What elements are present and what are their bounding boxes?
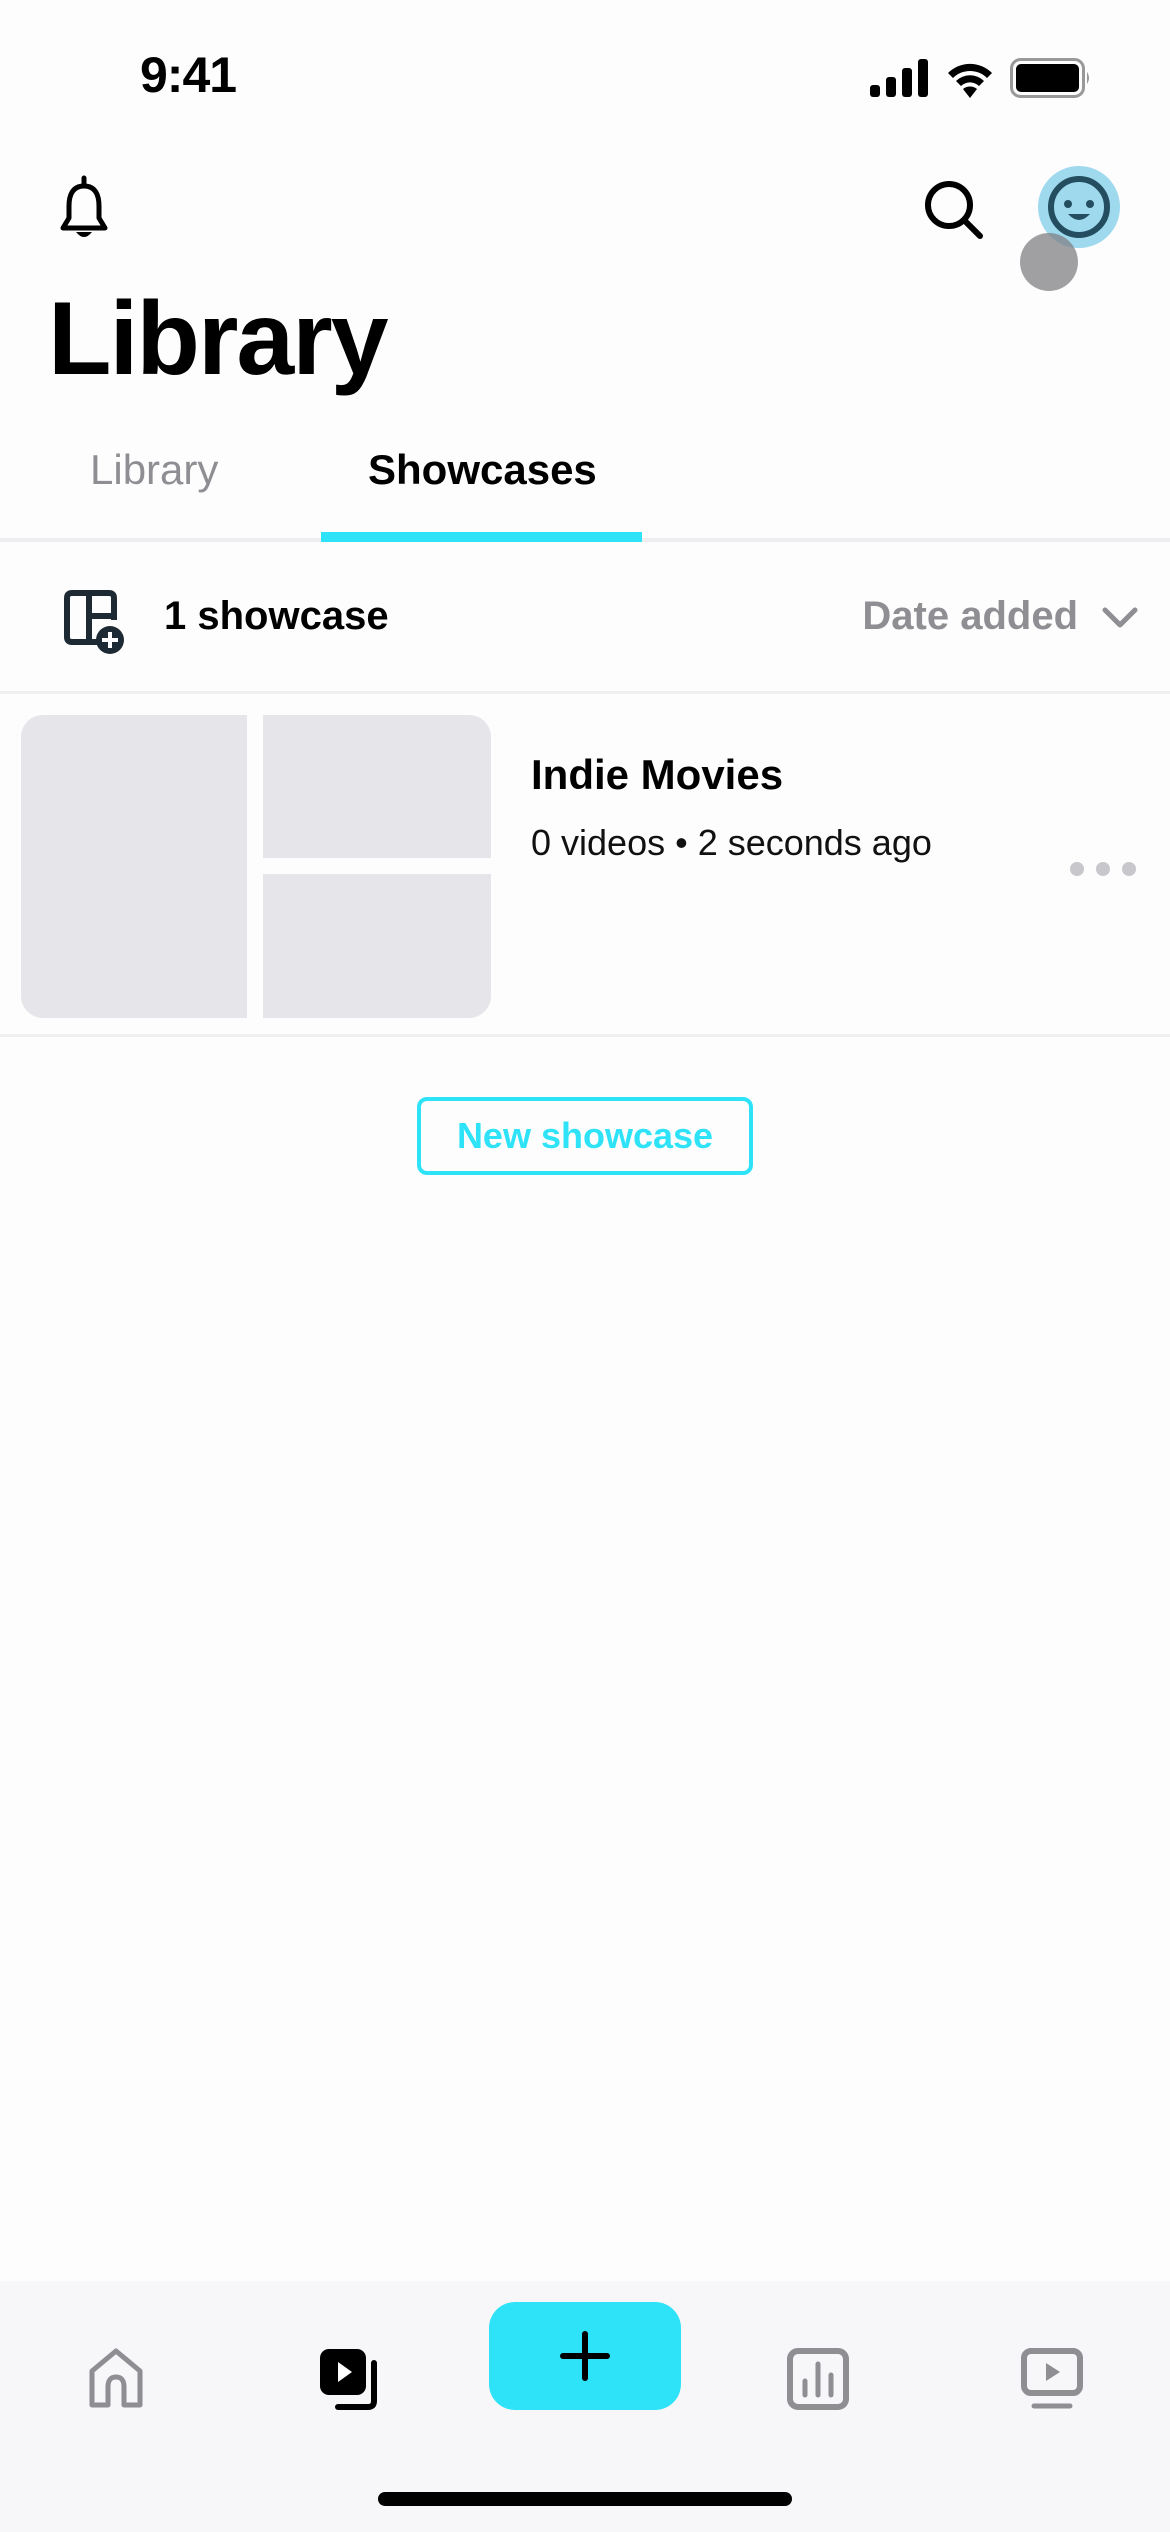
chevron-down-icon[interactable]: [1100, 604, 1140, 632]
create-button[interactable]: [489, 2302, 681, 2410]
plus-icon: [560, 2331, 610, 2381]
sort-dropdown[interactable]: Date added: [862, 594, 1078, 639]
more-dot: [1070, 862, 1084, 876]
cellular-signal-icon: [870, 59, 928, 97]
segmented-tabs: Library Showcases: [0, 430, 1170, 542]
avatar-smiley-icon: [1048, 176, 1110, 238]
thumbnail-placeholder: [21, 715, 247, 1018]
active-tab-indicator: [321, 532, 642, 542]
showcase-meta: 0 videos • 2 seconds ago: [531, 822, 932, 863]
page-title: Library: [48, 281, 389, 397]
new-showcase-button[interactable]: New showcase: [417, 1097, 753, 1175]
battery-icon: [1010, 58, 1089, 98]
list-item[interactable]: Indie Movies 0 videos • 2 seconds ago: [0, 697, 1170, 1037]
more-dot: [1096, 862, 1110, 876]
search-icon[interactable]: [922, 178, 986, 242]
status-icons: [870, 58, 1092, 98]
home-icon[interactable]: [84, 2347, 148, 2411]
thumbnail-placeholder: [263, 715, 491, 858]
showcase-toolbar: 1 showcase Date added: [0, 546, 1170, 694]
tab-showcases[interactable]: Showcases: [368, 446, 597, 494]
status-time: 9:41: [140, 47, 237, 103]
add-showcase-icon[interactable]: [64, 590, 126, 656]
more-dot: [1122, 862, 1136, 876]
tab-library[interactable]: Library: [90, 446, 218, 494]
touch-indicator: [1020, 233, 1078, 291]
watch-tv-icon[interactable]: [1020, 2347, 1084, 2411]
video-library-icon[interactable]: [318, 2347, 382, 2411]
wifi-icon: [948, 63, 992, 98]
showcase-count: 1 showcase: [164, 594, 389, 638]
thumbnail-placeholder: [263, 874, 491, 1018]
status-bar: 9:41: [0, 0, 1170, 150]
more-horizontal-icon[interactable]: [1070, 857, 1136, 881]
analytics-icon[interactable]: [786, 2347, 850, 2411]
home-indicator[interactable]: [378, 2492, 792, 2506]
showcase-thumbnail[interactable]: [21, 715, 491, 1018]
showcase-title[interactable]: Indie Movies: [531, 751, 783, 799]
bell-icon[interactable]: [54, 174, 114, 244]
